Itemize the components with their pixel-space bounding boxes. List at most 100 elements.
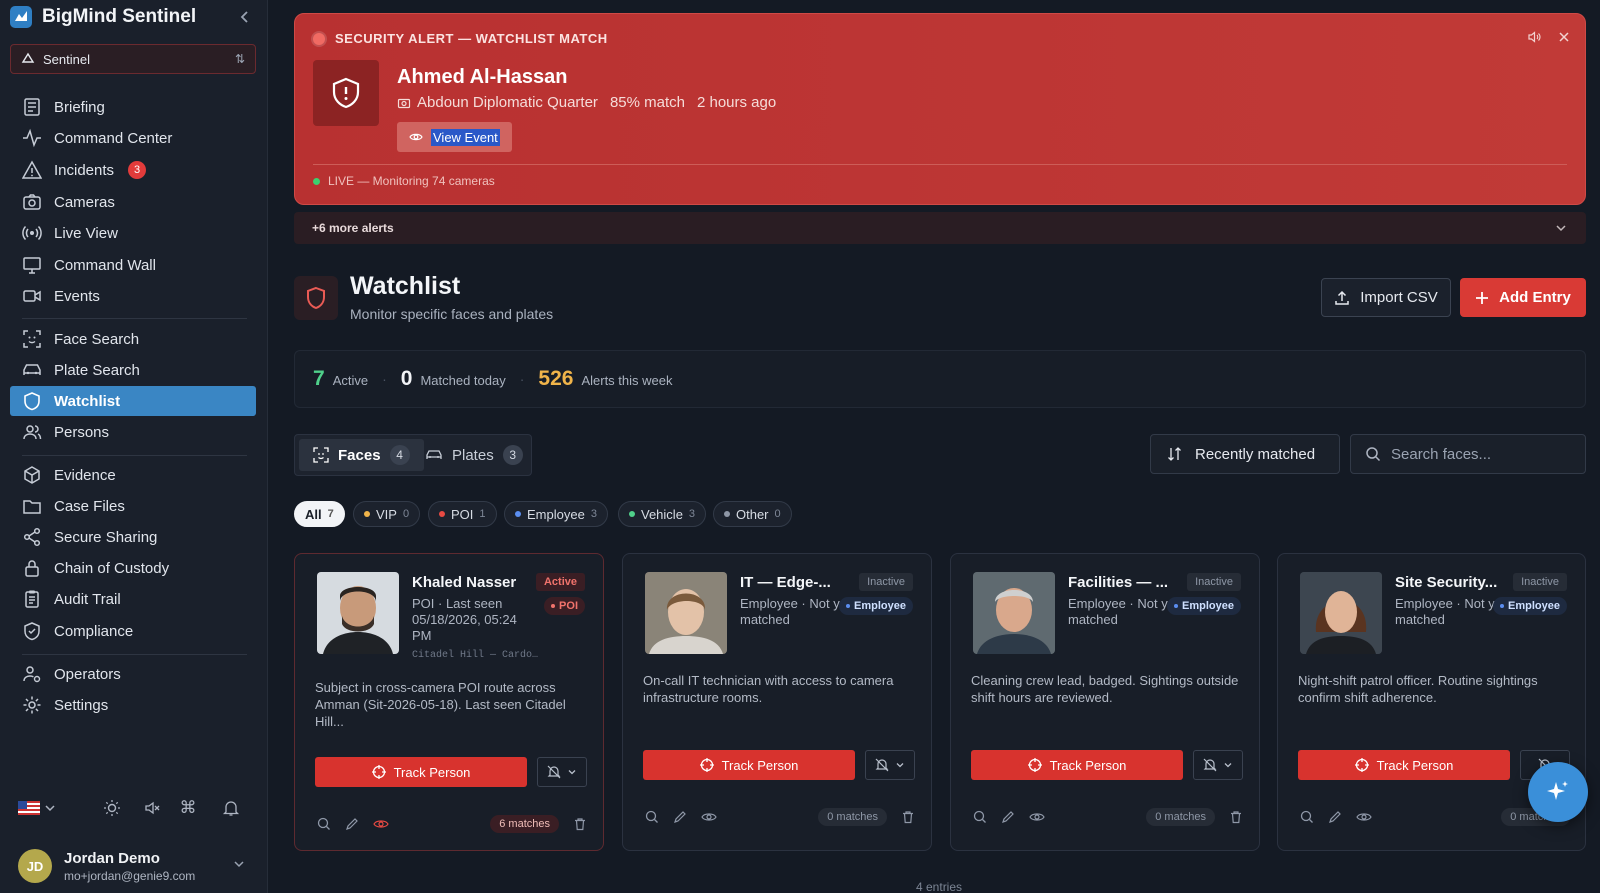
- plus-icon: [1476, 291, 1489, 304]
- edit-icon[interactable]: [1328, 810, 1342, 824]
- track-person-button[interactable]: Track Person: [643, 750, 855, 780]
- video-icon: [22, 286, 42, 306]
- edit-icon[interactable]: [345, 817, 359, 831]
- sidebar-item-face-search[interactable]: Face Search: [10, 324, 256, 354]
- trash-icon[interactable]: [1229, 810, 1243, 824]
- track-person-label: Track Person: [1049, 757, 1127, 773]
- sidebar-item-events[interactable]: Events: [10, 281, 256, 311]
- vehicle-dot-icon: [629, 511, 635, 517]
- us-flag-icon: [18, 801, 40, 815]
- import-csv-button[interactable]: Import CSV: [1321, 278, 1451, 317]
- eye-icon[interactable]: [1356, 810, 1372, 824]
- tab-faces[interactable]: Faces 4: [299, 439, 424, 471]
- track-person-label: Track Person: [393, 764, 471, 780]
- sort-dropdown[interactable]: Recently matched: [1150, 434, 1340, 474]
- view-event-button[interactable]: View Event: [397, 122, 512, 152]
- tab-plates[interactable]: Plates 3: [411, 439, 537, 471]
- filter-chip-vehicle[interactable]: Vehicle 3: [618, 501, 707, 527]
- chip-count: 3: [590, 508, 597, 520]
- card-actions: 6 matches: [317, 813, 587, 835]
- search-faces-input[interactable]: Search faces...: [1350, 434, 1586, 474]
- eye-icon[interactable]: [701, 810, 717, 824]
- sidebar-item-label: Persons: [54, 423, 110, 441]
- trash-icon[interactable]: [573, 817, 587, 831]
- alert-mute-dropdown[interactable]: [865, 750, 915, 780]
- sidebar-item-cameras[interactable]: Cameras: [10, 187, 256, 217]
- sidebar-item-evidence[interactable]: Evidence: [10, 460, 256, 490]
- edit-icon[interactable]: [1001, 810, 1015, 824]
- person-photo: [973, 572, 1055, 654]
- stat-value: 526: [538, 367, 574, 390]
- trash-icon[interactable]: [901, 810, 915, 824]
- filter-chip-employee[interactable]: Employee 3: [504, 501, 608, 527]
- ai-assistant-button[interactable]: [1528, 762, 1588, 822]
- eye-icon[interactable]: [373, 817, 389, 831]
- chevron-down-icon: [45, 805, 55, 812]
- workspace-switcher[interactable]: Sentinel ⇅: [10, 44, 256, 74]
- status-badge: Active: [535, 573, 585, 591]
- alert-heading: SECURITY ALERT — WATCHLIST MATCH: [335, 31, 608, 46]
- match-count-badge: 0 matches: [1146, 808, 1215, 826]
- sidebar-item-operators[interactable]: Operators: [10, 659, 256, 689]
- sidebar-item-command-center[interactable]: Command Center: [10, 123, 256, 153]
- search-icon[interactable]: [317, 817, 331, 831]
- edit-icon[interactable]: [673, 810, 687, 824]
- other-dot-icon: [724, 511, 730, 517]
- live-status-text: LIVE — Monitoring 74 cameras: [328, 174, 495, 188]
- sidebar-item-settings[interactable]: Settings: [10, 690, 256, 720]
- sidebar-item-case-files[interactable]: Case Files: [10, 491, 256, 521]
- add-entry-button[interactable]: Add Entry: [1460, 278, 1586, 317]
- stat-active: 7 Active: [313, 367, 368, 391]
- sidebar-item-chain-of-custody[interactable]: Chain of Custody: [10, 553, 256, 583]
- person-description: Cleaning crew lead, badged. Sightings ou…: [971, 673, 1239, 705]
- filter-chip-all[interactable]: All 7: [294, 501, 345, 527]
- sidebar-item-secure-sharing[interactable]: Secure Sharing: [10, 522, 256, 552]
- person-name: Khaled Nasser: [412, 574, 517, 591]
- sidebar-item-live-view[interactable]: Live View: [10, 218, 256, 248]
- volume-icon[interactable]: [1527, 30, 1541, 44]
- filter-chip-poi[interactable]: POI 1: [428, 501, 497, 527]
- sidebar-item-command-wall[interactable]: Command Wall: [10, 250, 256, 280]
- search-icon[interactable]: [1300, 810, 1314, 824]
- watchlist-card[interactable]: Khaled Nasser POI · Last seen 05/18/2026…: [294, 553, 604, 851]
- track-person-button[interactable]: Track Person: [1298, 750, 1510, 780]
- sidebar-item-plate-search[interactable]: Plate Search: [10, 355, 256, 385]
- user-profile[interactable]: JD Jordan Demo mo+jordan@genie9.com: [18, 848, 258, 884]
- chevron-down-icon: [1554, 221, 1568, 235]
- track-person-button[interactable]: Track Person: [971, 750, 1183, 780]
- sidebar-item-briefing[interactable]: Briefing: [10, 92, 256, 122]
- sidebar-item-label: Command Center: [54, 129, 173, 147]
- sidebar-item-persons[interactable]: Persons: [10, 417, 256, 447]
- filter-chip-vip[interactable]: VIP 0: [353, 501, 421, 527]
- alert-mute-dropdown[interactable]: [537, 757, 587, 787]
- chip-label: Vehicle: [641, 506, 683, 522]
- more-alerts-bar[interactable]: +6 more alerts: [294, 212, 1586, 244]
- sidebar-item-incidents[interactable]: Incidents 3: [10, 155, 256, 185]
- user-name: Jordan Demo: [64, 849, 160, 867]
- watchlist-card[interactable]: IT — Edge-... Employee · Not yet matched…: [622, 553, 932, 851]
- sidebar-item-compliance[interactable]: Compliance: [10, 616, 256, 646]
- collapse-sidebar-icon[interactable]: [236, 8, 254, 26]
- brand[interactable]: BigMind Sentinel: [10, 4, 196, 30]
- track-person-button[interactable]: Track Person: [315, 757, 527, 787]
- mute-sound-icon[interactable]: [142, 798, 162, 818]
- close-icon[interactable]: [1557, 30, 1571, 44]
- alert-mute-dropdown[interactable]: [1193, 750, 1243, 780]
- watchlist-card[interactable]: Facilities — ... Employee · Not yet matc…: [950, 553, 1260, 851]
- chip-label: VIP: [376, 506, 397, 522]
- notifications-bell-icon[interactable]: [221, 798, 241, 818]
- language-selector[interactable]: [18, 798, 58, 818]
- search-icon[interactable]: [973, 810, 987, 824]
- theme-icon[interactable]: [102, 798, 122, 818]
- clipboard-icon: [22, 589, 42, 609]
- sidebar-item-watchlist[interactable]: Watchlist: [10, 386, 256, 416]
- filter-chip-other[interactable]: Other 0: [713, 501, 792, 527]
- person-photo: [645, 572, 727, 654]
- sidebar-item-audit-trail[interactable]: Audit Trail: [10, 584, 256, 614]
- alert-match-score: 85% match: [609, 94, 685, 111]
- chip-label: Employee: [527, 506, 585, 522]
- command-key-icon[interactable]: ⌘: [178, 798, 198, 818]
- eye-icon[interactable]: [1029, 810, 1045, 824]
- search-icon[interactable]: [645, 810, 659, 824]
- crosshair-icon: [1027, 758, 1042, 772]
